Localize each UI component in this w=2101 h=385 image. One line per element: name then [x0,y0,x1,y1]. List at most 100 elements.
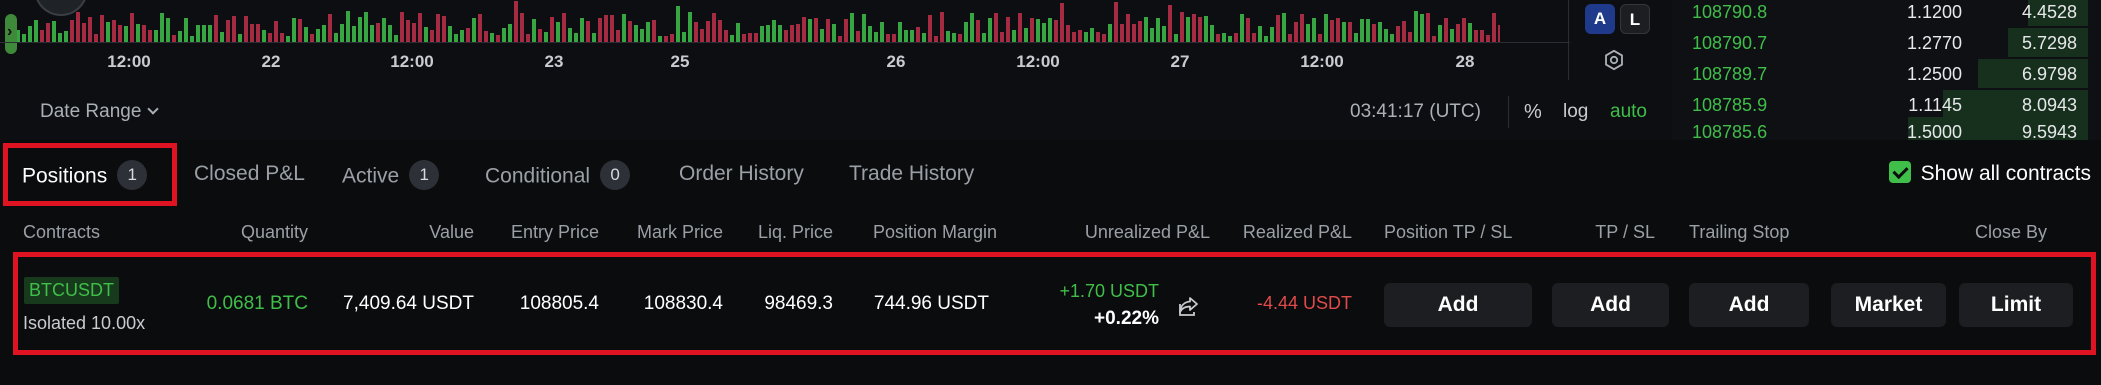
volume-bar [352,26,356,42]
column-header: Value [429,222,474,242]
volume-bar [754,33,758,42]
auto-scale-button[interactable]: A [1585,4,1615,34]
chart-settings-icon[interactable] [1603,49,1625,71]
volume-bar [694,22,698,42]
volume-bar [514,0,518,42]
volume-bar [820,29,824,42]
volume-bar [1294,22,1298,42]
volume-bar [646,22,650,42]
volume-bar [280,33,284,42]
orderbook-row[interactable]: 108790.8 1.1200 4.4528 [1672,0,2101,27]
volume-bar [712,13,716,42]
volume-bar [1066,24,1070,42]
volume-bar [274,21,278,42]
volume-bar [1270,27,1274,42]
volume-bar [628,21,632,42]
volume-bar [880,21,884,42]
volume-bar [1132,24,1136,42]
volume-bar [1054,19,1058,42]
volume-bar [406,19,410,42]
volume-bar [730,34,734,42]
volume-bar [832,24,836,42]
volume-bar [970,13,974,42]
volume-bar [1282,12,1286,42]
tab-trade-history[interactable]: Trade History [849,162,974,186]
volume-bar [922,32,926,42]
tab-active[interactable]: Active 1 [342,160,440,192]
tab-closed-pnl[interactable]: Closed P&L [194,162,305,186]
volume-bar [1408,31,1412,42]
volume-bar [946,30,950,42]
volume-bar [592,32,596,42]
volume-bar [430,30,434,42]
chart-area[interactable]: 12:00 22 12:00 23 25 26 12:00 27 12:00 2… [0,0,1672,140]
volume-bar [1024,28,1028,42]
volume-bar [1474,30,1478,42]
volume-bar [130,13,134,42]
volume-bar [1120,23,1124,42]
orderbook-price: 108790.8 [1692,2,1768,22]
volume-bar [826,18,830,42]
volume-bar [748,32,752,42]
volume-bar [1096,31,1100,42]
volume-bar [1498,24,1500,42]
chart-scroll-handle-icon[interactable] [5,14,17,54]
volume-bar [1102,33,1106,42]
volume-bar [310,34,314,42]
volume-bar [700,28,704,42]
volume-bar [232,16,236,42]
volume-bar [118,25,122,42]
checkbox-checked-icon[interactable] [1888,161,1911,184]
volume-bar [100,14,104,42]
count-badge: 0 [600,160,631,190]
log-scale-toggle[interactable]: log [1563,101,1588,123]
volume-bar [412,23,416,42]
volume-bar [1462,17,1466,42]
tab-order-history[interactable]: Order History [679,162,804,186]
volume-bar [436,14,440,42]
column-header: Entry Price [510,222,599,242]
auto-scale-toggle[interactable]: auto [1610,101,1647,123]
volume-bar [70,19,74,42]
tab-conditional[interactable]: Conditional 0 [485,160,631,192]
volume-bar [154,29,158,42]
column-header: Contracts [23,222,101,242]
chevron-down-icon [147,103,160,115]
volume-bar [394,34,398,42]
volume-bar [766,24,770,42]
volume-bar [1018,13,1022,42]
volume-bar [520,13,524,42]
time-axis-tick: 22 [261,52,281,71]
volume-bar [64,31,68,42]
volume-bar [1288,34,1292,42]
utc-clock[interactable]: 03:41:17 (UTC) [1350,101,1481,123]
volume-bar [1354,32,1358,42]
column-header: Mark Price [636,222,723,242]
time-axis-tick: 12:00 [1016,52,1060,71]
orderbook-row[interactable]: 108789.7 1.2500 6.9798 [1672,59,2101,89]
log-scale-button[interactable]: L [1620,4,1650,34]
orderbook-row[interactable]: 108785.9 1.1145 8.0943 [1672,90,2101,120]
volume-bar [88,17,92,42]
volume-bar [148,30,152,42]
volume-bar [22,34,26,42]
orderbook-row[interactable]: 108790.7 1.2770 5.7298 [1672,28,2101,58]
volume-bar [1036,19,1040,42]
column-header: Trailing Stop [1689,222,1790,242]
volume-bar [376,22,380,42]
show-all-contracts-toggle[interactable]: Show all contracts [1888,161,2091,186]
volume-bar [334,33,338,42]
date-range-dropdown[interactable]: Date Range [40,101,160,123]
volume-bar [790,24,794,42]
volume-bar [952,33,956,42]
volume-bar [1384,29,1388,42]
percent-scale-toggle[interactable]: % [1524,101,1542,124]
volume-bar [1246,17,1250,42]
volume-bar [316,28,320,42]
volume-bar [1144,17,1148,42]
volume-bar [706,20,710,42]
volume-bar [916,26,920,42]
volume-bar [358,17,362,42]
volume-bar [1234,33,1238,42]
volume-bar [238,34,242,42]
